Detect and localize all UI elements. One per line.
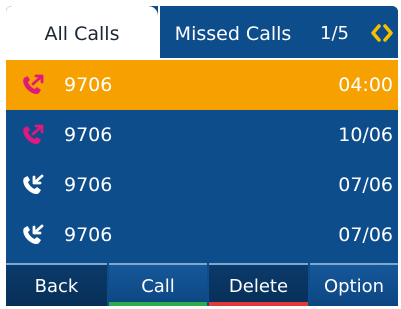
call-accent-bar xyxy=(109,302,207,306)
call-number: 9706 xyxy=(64,124,113,146)
back-label: Back xyxy=(34,276,79,297)
tab-missed-calls[interactable]: Missed Calls xyxy=(158,6,306,60)
option-label: Option xyxy=(323,276,385,297)
call-row-4[interactable]: 9706 07/06 xyxy=(6,210,398,260)
call-row-2[interactable]: 9706 10/06 xyxy=(6,110,398,160)
page-indicator: 1/5 xyxy=(306,6,398,60)
call-date: 10/06 xyxy=(338,124,393,146)
option-button[interactable]: Option xyxy=(310,263,398,306)
incoming-call-icon xyxy=(23,224,44,245)
call-number: 9706 xyxy=(64,224,113,246)
softkey-bar: Back Call Delete Option xyxy=(6,263,398,306)
delete-label: Delete xyxy=(228,276,289,297)
call-date: 07/06 xyxy=(338,224,393,246)
call-row-3[interactable]: 9706 07/06 xyxy=(6,160,398,210)
left-right-arrows-icon[interactable] xyxy=(369,23,395,43)
delete-button[interactable]: Delete xyxy=(209,263,308,306)
tab-all-calls[interactable]: All Calls xyxy=(6,6,158,60)
phone-screen: All Calls Missed Calls 1/5 9706 04:00 97… xyxy=(6,6,398,306)
incoming-call-icon xyxy=(23,174,44,195)
call-number: 9706 xyxy=(64,74,113,96)
outgoing-call-icon xyxy=(23,74,44,95)
call-button[interactable]: Call xyxy=(109,263,207,306)
outgoing-call-icon xyxy=(23,124,44,145)
call-number: 9706 xyxy=(64,174,113,196)
call-row-1[interactable]: 9706 04:00 xyxy=(6,60,398,110)
page-count: 1/5 xyxy=(320,23,349,44)
call-label: Call xyxy=(141,276,175,297)
delete-accent-bar xyxy=(209,302,308,306)
back-button[interactable]: Back xyxy=(6,263,107,306)
tab-bar: All Calls Missed Calls 1/5 xyxy=(6,6,398,60)
call-date: 07/06 xyxy=(338,174,393,196)
call-time: 04:00 xyxy=(338,74,393,96)
